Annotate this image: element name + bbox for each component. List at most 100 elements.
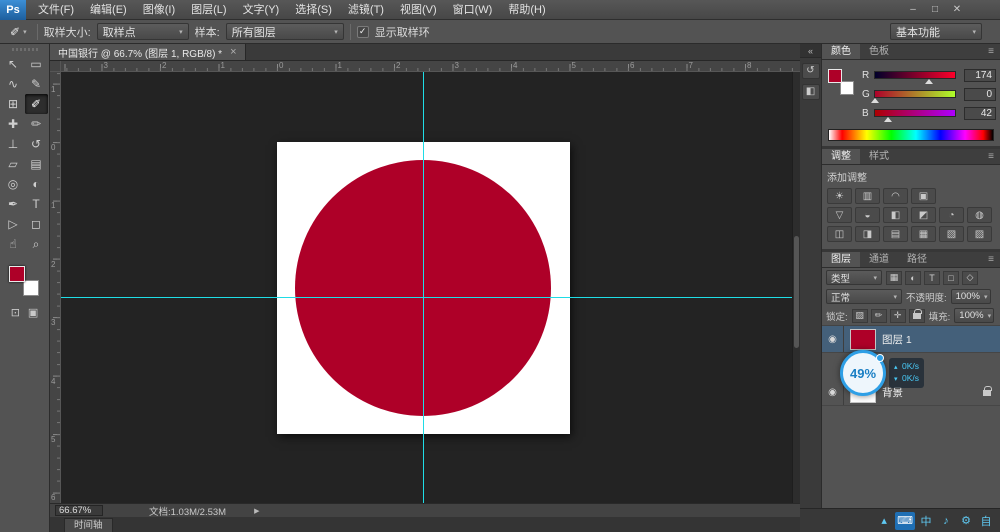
maximize-button[interactable]: □: [924, 0, 946, 20]
history-panel-icon[interactable]: ↺: [802, 63, 820, 79]
levels-adjustment-icon[interactable]: ▥: [855, 188, 880, 204]
color-spectrum-bar[interactable]: [828, 129, 994, 141]
sample-size-select[interactable]: 取样点 ▾: [97, 23, 189, 40]
show-sampling-ring-checkbox[interactable]: ✓: [357, 26, 369, 38]
canvas-viewport[interactable]: 321012345678 10123456: [50, 61, 800, 503]
screen-mode-button[interactable]: ▣: [28, 306, 38, 319]
panel-menu-icon[interactable]: ≡: [982, 149, 1000, 164]
r-channel-value-field[interactable]: 174: [964, 69, 996, 82]
menu-item-文字(Y)[interactable]: 文字(Y): [235, 0, 288, 20]
black-white-adjustment-icon[interactable]: ◩: [911, 207, 936, 223]
document-tab[interactable]: 中国银行 @ 66.7% (图层 1, RGB/8) * ×: [50, 44, 246, 60]
properties-panel-icon[interactable]: ◧: [802, 84, 820, 100]
expand-panels-button[interactable]: «: [800, 44, 821, 58]
tab-paths[interactable]: 路径: [898, 252, 936, 267]
foreground-color-swatch[interactable]: [9, 266, 25, 282]
selective-color-adjustment-icon[interactable]: ▨: [967, 226, 992, 242]
lock-image-pixels-icon[interactable]: ✏: [871, 309, 887, 323]
minimize-button[interactable]: –: [902, 0, 924, 20]
menu-item-图像(I)[interactable]: 图像(I): [135, 0, 183, 20]
guide-horizontal[interactable]: [61, 297, 800, 298]
menu-item-文件(F)[interactable]: 文件(F): [30, 0, 82, 20]
marquee-tool[interactable]: ▭: [25, 54, 48, 74]
close-button[interactable]: ✕: [946, 0, 968, 20]
foreground-color-swatch[interactable]: [828, 69, 842, 83]
hand-tool[interactable]: ☝: [2, 234, 25, 254]
menu-item-图层(L)[interactable]: 图层(L): [183, 0, 234, 20]
filter-smart-objects-icon[interactable]: ◇: [962, 271, 978, 285]
exposure-adjustment-icon[interactable]: ▣: [911, 188, 936, 204]
tab-color[interactable]: 颜色: [822, 44, 860, 59]
layer-thumbnail[interactable]: [850, 329, 876, 350]
filter-pixel-layers-icon[interactable]: ▦: [886, 271, 902, 285]
lock-transparent-pixels-icon[interactable]: ▨: [852, 309, 868, 323]
menu-item-滤镜(T)[interactable]: 滤镜(T): [340, 0, 392, 20]
panel-menu-icon[interactable]: ≡: [982, 44, 1000, 59]
filter-adjustment-layers-icon[interactable]: ◐: [905, 271, 921, 285]
vibrance-adjustment-icon[interactable]: ▽: [827, 207, 852, 223]
invert-adjustment-icon[interactable]: ◨: [855, 226, 880, 242]
ruler-horizontal[interactable]: 321012345678: [61, 61, 800, 72]
hue-saturation-adjustment-icon[interactable]: ◒: [855, 207, 880, 223]
eraser-tool[interactable]: ▱: [2, 154, 25, 174]
zoom-level-field[interactable]: 66.67%: [55, 505, 103, 516]
menu-item-帮助(H)[interactable]: 帮助(H): [500, 0, 553, 20]
blur-tool[interactable]: ◎: [2, 174, 25, 194]
filter-type-select[interactable]: 类型 ▾: [826, 270, 882, 285]
tab-styles[interactable]: 样式: [860, 149, 898, 164]
brightness-contrast-adjustment-icon[interactable]: ☀: [827, 188, 852, 204]
pen-tool[interactable]: ✒: [2, 194, 25, 214]
g-channel-slider[interactable]: [874, 90, 956, 98]
gradient-map-adjustment-icon[interactable]: ▧: [939, 226, 964, 242]
vertical-scrollbar[interactable]: [792, 72, 800, 503]
curves-adjustment-icon[interactable]: ◠: [883, 188, 908, 204]
b-channel-slider[interactable]: [874, 109, 956, 117]
menu-item-窗口(W)[interactable]: 窗口(W): [445, 0, 501, 20]
type-tool[interactable]: T: [25, 194, 48, 214]
timeline-tab[interactable]: 时间轴: [64, 518, 113, 532]
layer-row-1[interactable]: ◉图层 1: [822, 326, 1000, 353]
scrollbar-thumb[interactable]: [794, 236, 799, 348]
photoshop-logo-icon[interactable]: Ps: [0, 0, 26, 20]
shape-tool[interactable]: ◻: [25, 214, 48, 234]
network-speed-widget[interactable]: 49% ▴0K/s ▾0K/s: [840, 350, 924, 396]
tray-auto-icon[interactable]: 自: [977, 512, 995, 530]
color-lookup-adjustment-icon[interactable]: ◫: [827, 226, 852, 242]
tab-adjustments[interactable]: 调整: [822, 149, 860, 164]
menu-item-视图(V)[interactable]: 视图(V): [392, 0, 445, 20]
tab-close-icon[interactable]: ×: [230, 46, 236, 58]
r-channel-slider[interactable]: [874, 71, 956, 79]
slider-thumb[interactable]: [925, 79, 933, 84]
dodge-tool[interactable]: ◐: [25, 174, 48, 194]
brush-tool[interactable]: ✏: [25, 114, 48, 134]
slider-thumb[interactable]: [871, 98, 879, 103]
background-color-swatch[interactable]: [23, 280, 39, 296]
clone-stamp-tool[interactable]: ⊥: [2, 134, 25, 154]
photo-filter-adjustment-icon[interactable]: ◔: [939, 207, 964, 223]
opacity-select[interactable]: 100% ▾: [951, 289, 991, 304]
history-brush-tool[interactable]: ↺: [25, 134, 48, 154]
zoom-tool[interactable]: ⌕: [25, 234, 48, 254]
quick-selection-tool[interactable]: ✎: [25, 74, 48, 94]
net-percent-badge[interactable]: 49%: [840, 350, 886, 396]
menu-item-选择(S)[interactable]: 选择(S): [287, 0, 340, 20]
tray-ime-chinese-icon[interactable]: 中: [917, 512, 935, 530]
quick-mask-button[interactable]: ⊡: [11, 306, 20, 319]
lock-position-icon[interactable]: ✛: [890, 309, 906, 323]
slider-thumb[interactable]: [884, 117, 892, 122]
sample-select[interactable]: 所有图层 ▾: [226, 23, 344, 40]
tab-swatches[interactable]: 色板: [860, 44, 898, 59]
tray-volume-icon[interactable]: ♪: [937, 512, 955, 530]
eyedropper-tool[interactable]: ✐: [25, 94, 48, 114]
visibility-eye-icon[interactable]: ◉: [822, 326, 844, 352]
filter-shape-layers-icon[interactable]: □: [943, 271, 959, 285]
b-channel-value-field[interactable]: 42: [964, 107, 996, 120]
workspace-switcher[interactable]: 基本功能 ▾: [890, 23, 982, 40]
channel-mixer-adjustment-icon[interactable]: ◍: [967, 207, 992, 223]
ruler-vertical[interactable]: 10123456: [50, 72, 61, 503]
posterize-adjustment-icon[interactable]: ▤: [883, 226, 908, 242]
panel-menu-icon[interactable]: ≡: [982, 252, 1000, 267]
filter-type-layers-icon[interactable]: T: [924, 271, 940, 285]
lasso-tool[interactable]: ∿: [2, 74, 25, 94]
tray-hidden-icons-icon[interactable]: ▴: [875, 512, 893, 530]
